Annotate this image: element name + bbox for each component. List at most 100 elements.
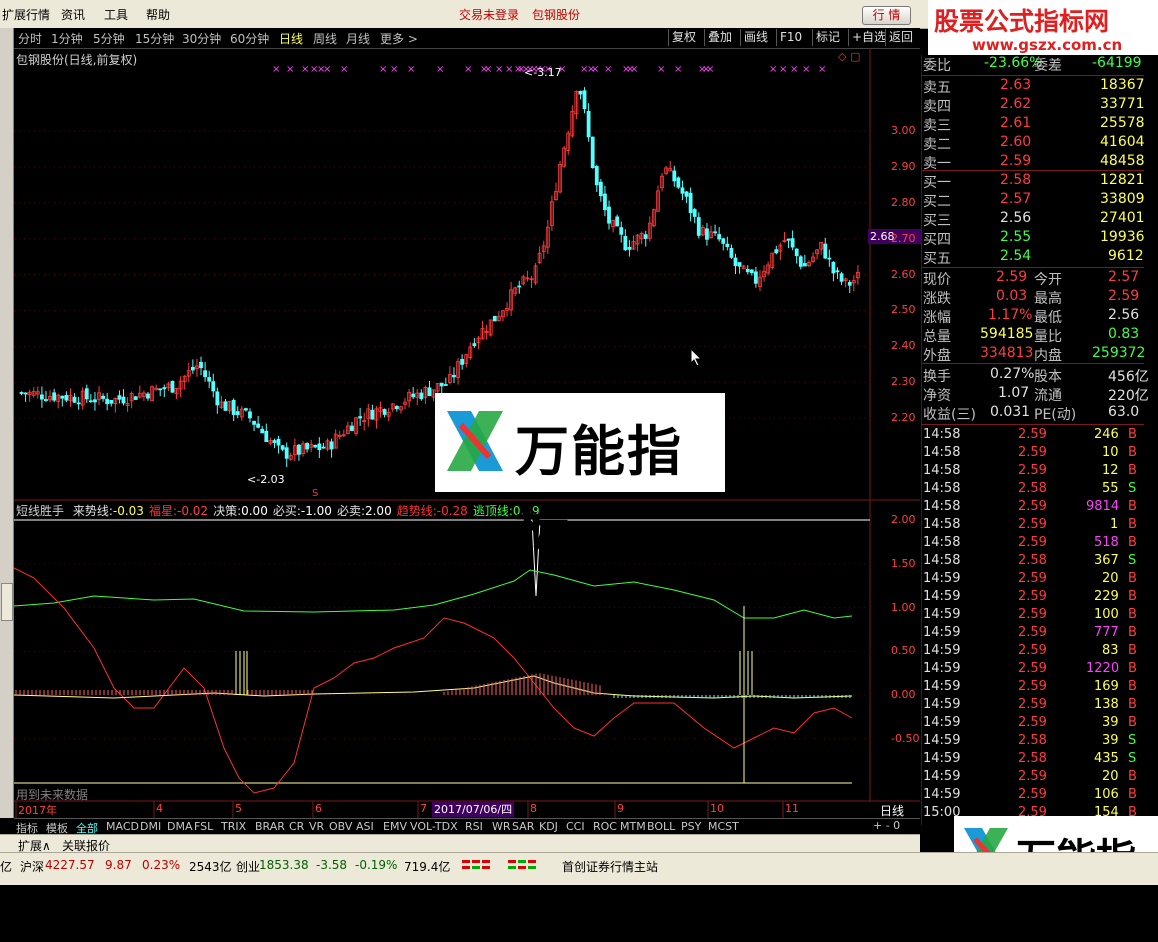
menu-item-news[interactable]: 资讯 xyxy=(61,6,85,23)
back-button[interactable]: 返回 xyxy=(885,29,916,46)
mouse-cursor-icon xyxy=(690,348,703,367)
stat-value: 334813 xyxy=(980,345,1034,361)
tick-price: 2.59 xyxy=(1018,571,1047,586)
stat-row: 现价 2.59 今开 2.57 xyxy=(922,269,1158,288)
tick-row: 14:58 2.58 367 S xyxy=(922,553,1144,571)
status-bar: 亿 沪深 4227.57 9.87 0.23% 2543亿 创业 1853.38… xyxy=(0,852,1158,885)
svg-text:×: × xyxy=(301,64,309,75)
tick-volume: 55 xyxy=(1102,481,1119,496)
fuquan-button[interactable]: 复权 xyxy=(668,29,699,46)
ask-price: 2.60 xyxy=(1000,134,1032,150)
tick-volume: 1 xyxy=(1110,517,1119,532)
indicator-tab[interactable]: DMI xyxy=(140,820,161,833)
period-tab[interactable]: 60分钟 xyxy=(230,30,269,47)
bid-level-label: 买一 xyxy=(923,175,951,191)
tick-time: 14:59 xyxy=(923,571,961,586)
indicator-tab[interactable]: MACD xyxy=(106,820,139,833)
bid-volume: 12821 xyxy=(1100,172,1145,188)
menu-item-help[interactable]: 帮助 xyxy=(146,6,170,23)
tick-volume: 10 xyxy=(1102,445,1119,460)
login-status[interactable]: 交易未登录 xyxy=(459,6,519,23)
indicator-tab[interactable]: CR xyxy=(289,820,304,833)
tick-side: S xyxy=(1128,733,1137,748)
indicator-tab[interactable]: OBV xyxy=(329,820,352,833)
svg-text:×: × xyxy=(407,64,415,75)
bid-price: 2.56 xyxy=(1000,210,1032,226)
indicator-tab[interactable]: MCST xyxy=(708,820,739,833)
tick-volume: 9814 xyxy=(1086,499,1120,514)
stat-value: 2.57 xyxy=(1108,269,1140,285)
indicator-tab[interactable]: CCI xyxy=(566,820,585,833)
indicator-tab[interactable]: VR xyxy=(309,820,324,833)
period-tab[interactable]: 30分钟 xyxy=(182,30,221,47)
period-tab[interactable]: 分时 xyxy=(18,30,42,47)
tick-time: 14:59 xyxy=(923,607,961,622)
bid-price: 2.58 xyxy=(1000,172,1032,188)
tick-volume: 83 xyxy=(1102,643,1119,658)
tick-price: 2.58 xyxy=(1018,733,1047,748)
price-axis-tick: 3.00 xyxy=(891,124,916,137)
svg-text:×: × xyxy=(818,64,826,75)
draw-button[interactable]: 画线 xyxy=(740,29,771,46)
indicator-tab[interactable]: RSI xyxy=(465,820,483,833)
scroll-knob[interactable] xyxy=(1,583,13,621)
hs-label[interactable]: 沪深 xyxy=(20,858,44,875)
ask-volume: 33771 xyxy=(1100,96,1145,112)
stat-label: 涨幅 xyxy=(923,310,951,326)
indicator-tab[interactable]: MTM xyxy=(620,820,646,833)
quote-mode-button[interactable]: 行 情 xyxy=(862,6,911,25)
ask-volume: 25578 xyxy=(1100,115,1145,131)
indicator-tab[interactable]: WR xyxy=(492,820,511,833)
left-scrollbar[interactable] xyxy=(0,28,14,818)
period-tab[interactable]: 周线 xyxy=(313,30,337,47)
indicator-title[interactable]: 短线胜手 xyxy=(16,504,64,518)
cy-label[interactable]: 创业 xyxy=(236,858,260,875)
tick-time: 14:58 xyxy=(923,499,961,514)
fundamental-label: 收益(三) xyxy=(923,407,976,423)
period-tab[interactable]: 月线 xyxy=(346,30,370,47)
indicator-tab[interactable]: TRIX xyxy=(221,820,246,833)
f10-button[interactable]: F10 xyxy=(776,29,805,46)
indicator-value-label: 必买: xyxy=(272,504,301,518)
tick-time: 14:59 xyxy=(923,589,961,604)
tick-price: 2.58 xyxy=(1018,751,1047,766)
bid-level-label: 买二 xyxy=(923,194,951,210)
hs-change: 9.87 xyxy=(105,858,132,872)
svg-text:×: × xyxy=(390,64,398,75)
indicator-value-number: -0.28 xyxy=(436,504,468,518)
indicator-tab[interactable]: ROC xyxy=(593,820,617,833)
mark-button[interactable]: 标记 xyxy=(812,29,843,46)
indicator-legend: 短线胜手 来势线:-0.03 福星:-0.02 决策:0.00 必买:-1.00 必卖:… xyxy=(16,502,540,519)
indicator-tab[interactable]: SAR xyxy=(512,820,534,833)
tick-row: 14:58 2.59 518 B xyxy=(922,535,1144,553)
tick-price: 2.59 xyxy=(1018,715,1047,730)
indicator-tab[interactable]: FSL xyxy=(194,820,213,833)
stat-value: 2.59 xyxy=(996,269,1028,285)
tick-volume: 100 xyxy=(1094,607,1119,622)
add-watchlist-button[interactable]: +自选 xyxy=(848,29,889,46)
menu-item-extended[interactable]: 扩展行情 xyxy=(2,6,50,23)
chart-corner-icons[interactable]: ◇ ▢ xyxy=(838,50,860,63)
bid-volume: 27401 xyxy=(1100,210,1145,226)
zoom-controls[interactable]: + - 0 xyxy=(873,819,900,832)
indicator-tab[interactable]: BRAR xyxy=(255,820,285,833)
more-periods[interactable]: 更多 > xyxy=(380,30,418,47)
menu-item-tools[interactable]: 工具 xyxy=(104,6,128,23)
status-yi: 亿 xyxy=(0,860,13,874)
indicator-tab[interactable]: EMV xyxy=(383,820,407,833)
indicator-tab[interactable]: BOLL xyxy=(647,820,675,833)
indicator-tab[interactable]: DMA xyxy=(167,820,193,833)
overlay-button[interactable]: 叠加 xyxy=(704,29,735,46)
ask-price: 2.62 xyxy=(1000,96,1032,112)
period-tab[interactable]: 5分钟 xyxy=(93,30,125,47)
period-tab[interactable]: 1分钟 xyxy=(51,30,83,47)
extension-bar: 扩展∧ 关联报价 xyxy=(0,834,920,853)
indicator-tab[interactable]: VOL-TDX xyxy=(410,820,458,833)
period-tab-active[interactable]: 日线 xyxy=(279,30,303,47)
indicator-tab[interactable]: KDJ xyxy=(539,820,558,833)
indicator-tab[interactable]: PSY xyxy=(681,820,701,833)
indicator-value-number: 0.00 xyxy=(241,504,268,518)
stat-value: 2.59 xyxy=(1108,288,1140,304)
period-tab[interactable]: 15分钟 xyxy=(135,30,174,47)
indicator-tab[interactable]: ASI xyxy=(356,820,374,833)
